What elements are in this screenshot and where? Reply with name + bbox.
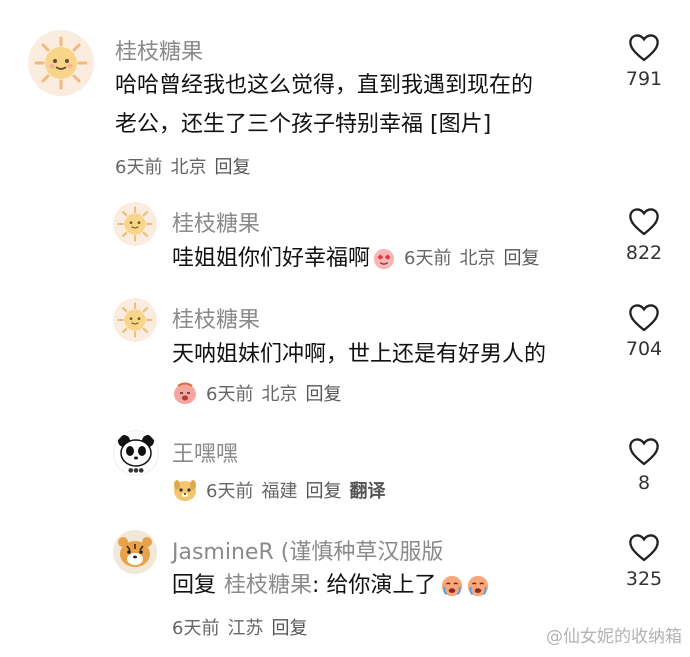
heart-outline-icon (629, 34, 659, 62)
tiger-avatar[interactable] (113, 530, 157, 574)
comment-text: 哇姐姐你们好幸福啊 (172, 246, 371, 271)
heart-outline-icon (629, 208, 659, 236)
sun-avatar[interactable] (113, 298, 157, 342)
comment-text-line-1: 哈哈曾经我也这么觉得，直到我遇到现在的 (115, 73, 534, 98)
reply-button[interactable]: 回复 (271, 614, 307, 640)
like-button[interactable]: 8 (614, 436, 674, 494)
username[interactable]: JasmineR (谨慎种草汉服版 (172, 534, 443, 566)
location: 北京 (459, 248, 496, 269)
svg-text:●●●: ●●● (128, 467, 144, 474)
like-count: 791 (625, 68, 663, 90)
dog-emoji (174, 480, 196, 501)
heart-outline-icon (629, 304, 659, 332)
comment-text: : 给你演上了 (312, 573, 437, 598)
reply-button[interactable]: 回复 (305, 477, 341, 503)
timestamp: 6天前 (206, 384, 254, 405)
comment-meta: 6天前 北京 回复 (172, 380, 341, 406)
comment-meta: 6天前 福建 回复 翻译 (172, 477, 385, 503)
username[interactable]: 桂枝糖果 (115, 34, 203, 66)
reply-target-user[interactable]: 桂枝糖果 (224, 566, 312, 605)
reply-button[interactable]: 回复 (305, 380, 341, 406)
comment-text-row: 回复 桂枝糖果 : 给你演上了 (172, 566, 490, 605)
location: 北京 (170, 157, 207, 178)
timestamp: 6天前 (172, 618, 220, 639)
panda-avatar[interactable]: ●●● (113, 430, 159, 476)
timestamp: 6天前 (206, 481, 254, 502)
location: 北京 (261, 384, 298, 405)
comment-meta: 6天前 江苏 回复 (172, 614, 307, 640)
username[interactable]: 桂枝糖果 (172, 302, 260, 334)
like-count: 822 (625, 242, 663, 264)
username[interactable]: 王嘿嘿 (172, 436, 238, 468)
location: 福建 (261, 481, 298, 502)
like-count: 704 (625, 338, 663, 360)
comment-text: 天呐姐妹们冲啊，世上还是有好男人的 (172, 342, 547, 367)
location: 江苏 (227, 618, 264, 639)
like-button[interactable]: 704 (614, 302, 674, 360)
heart-outline-icon (629, 438, 659, 466)
sun-avatar[interactable] (113, 202, 157, 246)
sob-emoji (468, 575, 489, 596)
like-button[interactable]: 791 (614, 32, 674, 90)
like-count: 325 (625, 568, 663, 590)
sob-emoji (442, 575, 463, 596)
username[interactable]: 桂枝糖果 (172, 206, 260, 238)
reply-button[interactable]: 回复 (214, 153, 250, 179)
like-button[interactable]: 822 (614, 206, 674, 264)
comment-text-row: 哇姐姐你们好幸福啊 6天前 北京 回复 (172, 239, 539, 278)
timestamp: 6天前 (404, 248, 452, 269)
reply-prefix: 回复 (172, 573, 217, 598)
comment-meta: 6天前 北京 回复 (115, 153, 250, 179)
reply-button[interactable]: 回复 (503, 239, 539, 278)
translate-button[interactable]: 翻译 (349, 477, 385, 503)
heart-eyes-emoji (373, 248, 395, 269)
like-button[interactable]: 325 (614, 532, 674, 590)
like-count: 8 (637, 472, 651, 494)
heart-outline-icon (629, 534, 659, 562)
timestamp: 6天前 (115, 157, 163, 178)
watermark: @仙女妮的收纳箱 (546, 627, 682, 647)
crying-emoji (174, 382, 196, 404)
comment-text-line-2: 老公，还生了三个孩子特别幸福 [图片] (115, 112, 492, 137)
sun-avatar[interactable] (28, 30, 94, 96)
